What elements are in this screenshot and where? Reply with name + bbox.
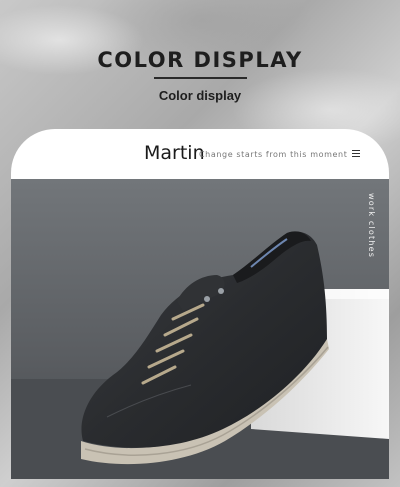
brand-tagline: Change starts from this moment <box>199 150 348 159</box>
hamburger-menu-icon[interactable] <box>352 150 360 157</box>
shoe-image <box>11 179 389 479</box>
side-label: work clothes <box>367 193 376 259</box>
product-card: Martin Change starts from this moment wo… <box>11 129 389 479</box>
brand-name: Martin <box>144 142 205 164</box>
page-title: COLOR DISPLAY <box>97 48 303 72</box>
title-underline <box>154 77 247 79</box>
product-photo: work clothes <box>11 179 389 479</box>
card-header: Martin Change starts from this moment <box>11 129 389 179</box>
page-subtitle: Color display <box>158 88 242 103</box>
